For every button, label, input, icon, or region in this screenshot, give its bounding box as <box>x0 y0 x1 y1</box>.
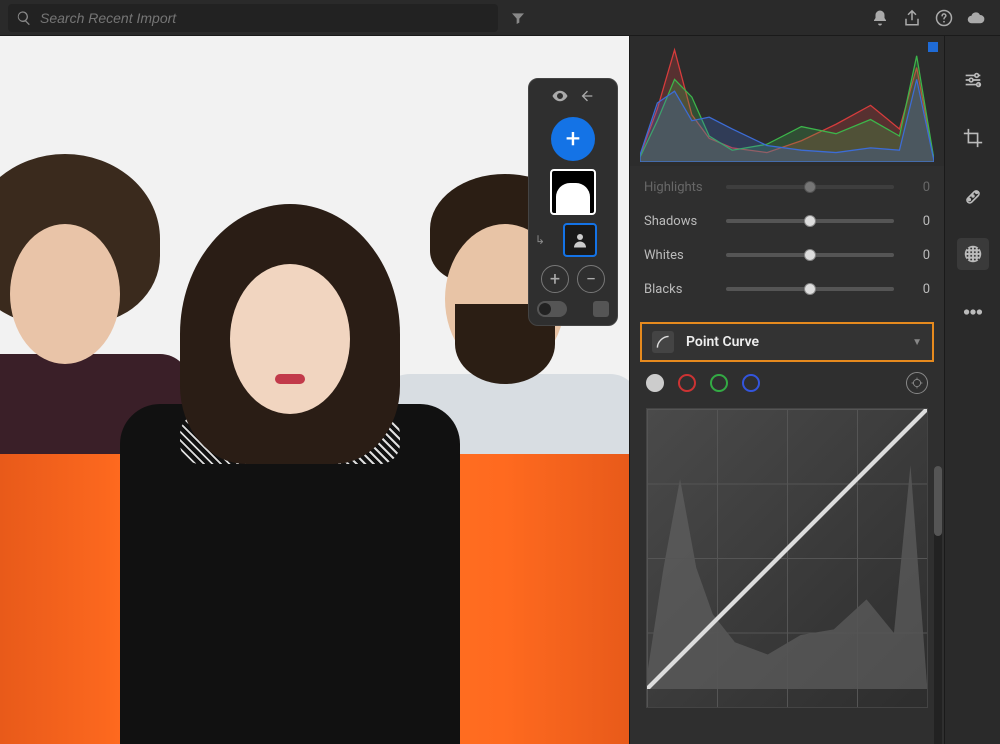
slider-label: Blacks <box>644 282 716 297</box>
slider-track[interactable] <box>726 253 894 257</box>
mask-component-people[interactable] <box>563 223 597 257</box>
curve-channel-red[interactable] <box>678 374 696 392</box>
panel-scrollbar[interactable] <box>934 466 942 744</box>
slider-shadows[interactable]: Shadows 0 <box>644 204 930 238</box>
slider-highlights[interactable]: Highlights 0 <box>644 170 930 204</box>
crop-tool[interactable] <box>957 122 989 154</box>
light-sliders: Highlights 0 Shadows 0 Whites 0 Blacks 0 <box>630 166 944 316</box>
slider-blacks[interactable]: Blacks 0 <box>644 272 930 306</box>
search-field-wrap[interactable] <box>8 4 498 32</box>
slider-label: Whites <box>644 248 716 263</box>
targeted-adjustment-button[interactable] <box>906 372 928 394</box>
curve-channel-green[interactable] <box>710 374 728 392</box>
edit-panel: Highlights 0 Shadows 0 Whites 0 Blacks 0 <box>629 36 944 744</box>
point-curve-header[interactable]: Point Curve ▼ <box>640 322 934 362</box>
notifications-icon[interactable] <box>864 2 896 34</box>
curve-icon <box>652 331 674 353</box>
healing-tool[interactable] <box>957 180 989 212</box>
more-tools-icon[interactable] <box>957 296 989 328</box>
curve-channel-luminance[interactable] <box>646 374 664 392</box>
add-mask-button[interactable]: + <box>551 117 595 161</box>
help-icon[interactable] <box>928 2 960 34</box>
histogram[interactable] <box>630 36 944 166</box>
slider-value: 0 <box>904 214 930 229</box>
cloud-sync-icon[interactable] <box>960 2 992 34</box>
share-icon[interactable] <box>896 2 928 34</box>
image-canvas[interactable]: + ↳ + − <box>0 36 629 744</box>
mask-thumbnail[interactable] <box>550 169 596 215</box>
filter-button[interactable] <box>504 4 532 32</box>
slider-label: Highlights <box>644 180 716 195</box>
mask-visibility-icon[interactable] <box>551 87 569 109</box>
masking-tool[interactable] <box>957 238 989 270</box>
search-icon <box>16 10 32 26</box>
clipping-indicator-highlights[interactable] <box>928 42 938 52</box>
point-curve-title: Point Curve <box>686 334 900 350</box>
slider-track[interactable] <box>726 287 894 291</box>
mask-overlay-color[interactable] <box>593 301 609 317</box>
slider-label: Shadows <box>644 214 716 229</box>
slider-value: 0 <box>904 282 930 297</box>
masking-panel: + ↳ + − <box>528 78 618 326</box>
curve-channel-row <box>630 362 944 404</box>
top-bar <box>0 0 1000 36</box>
search-input[interactable] <box>38 9 490 27</box>
subtree-arrow-icon: ↳ <box>535 233 545 247</box>
mask-back-icon[interactable] <box>579 88 595 108</box>
tone-curve-editor[interactable] <box>646 408 928 708</box>
edit-sliders-tool[interactable] <box>957 64 989 96</box>
mask-overlay-toggle[interactable] <box>537 301 567 317</box>
slider-track[interactable] <box>726 219 894 223</box>
curve-channel-blue[interactable] <box>742 374 760 392</box>
slider-value: 0 <box>904 248 930 263</box>
add-to-mask-button[interactable]: + <box>541 265 569 293</box>
slider-track[interactable] <box>726 185 894 189</box>
slider-whites[interactable]: Whites 0 <box>644 238 930 272</box>
slider-value: 0 <box>904 180 930 195</box>
chevron-down-icon: ▼ <box>912 337 922 348</box>
tool-rail <box>944 36 1000 744</box>
subtract-from-mask-button[interactable]: − <box>577 265 605 293</box>
